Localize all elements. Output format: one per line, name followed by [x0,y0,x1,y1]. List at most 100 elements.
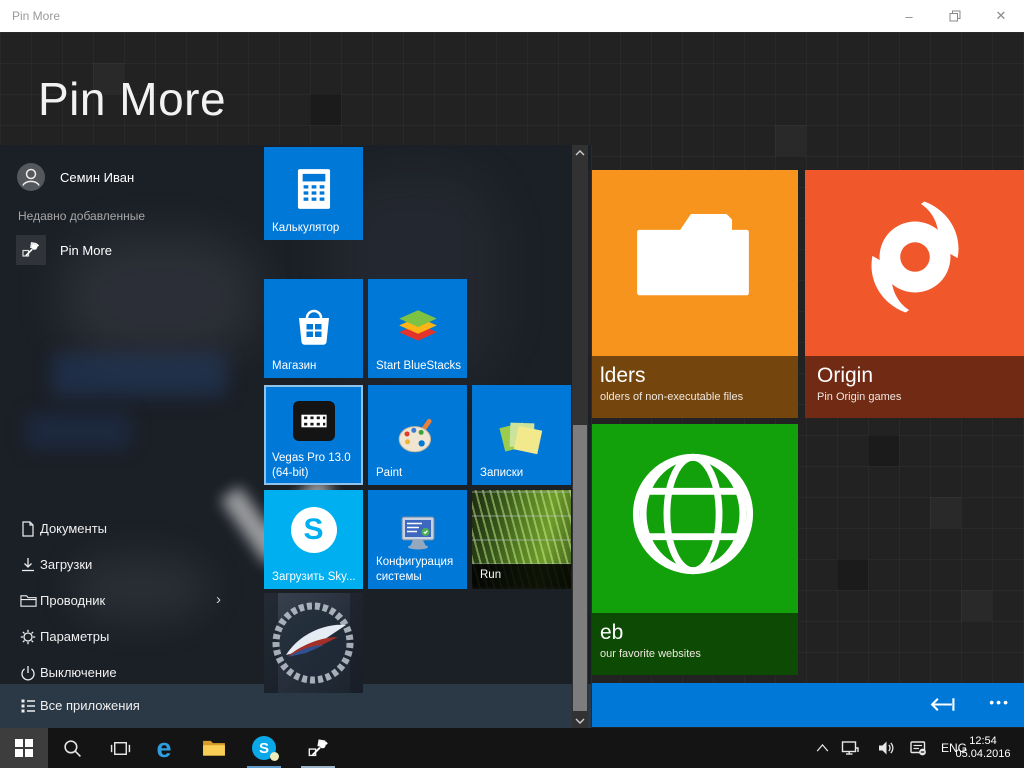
close-button[interactable]: ✕ [978,0,1024,32]
scrollbar[interactable] [572,145,588,728]
globe-icon [625,446,761,582]
window-title: Pin More [12,9,886,23]
bg-square [775,125,806,156]
tile-label: Магазин [272,359,359,373]
tile-label: Run [480,569,501,581]
more-button[interactable]: ••• [989,694,1010,710]
tile-skype[interactable]: S Загрузить Sky... [264,490,363,589]
app-tile-origin[interactable]: Origin Pin Origin games [805,170,1024,418]
sidebar-item-downloads[interactable]: Загрузки [0,547,250,583]
tile-label: Конфигурация системы [376,555,463,584]
app-tile-web[interactable]: eb our favorite websites [588,424,798,675]
sidebar-item-documents[interactable]: Документы [0,511,250,547]
bluestacks-icon [395,307,441,347]
document-icon [20,521,36,537]
skype-status-dot [270,752,279,761]
tile-label-band: lders olders of non-executable files [588,356,798,418]
tile-vegas-pro[interactable]: Vegas Pro 13.0 (64-bit) [264,385,363,485]
tile-bluestacks[interactable]: Start BlueStacks [368,279,467,378]
titlebar: Pin More – ✕ [0,0,1024,32]
bg-square [868,435,899,466]
origin-logo-icon [850,192,980,322]
back-button[interactable] [929,696,956,718]
tile-label: Записки [480,466,567,480]
tile-label: Paint [376,466,463,480]
skype-icon: S [291,507,337,553]
tile-label: Start BlueStacks [376,359,463,373]
tile-label: Калькулятор [272,221,359,235]
pin-icon [307,737,330,760]
recent-header: Недавно добавленные [18,209,145,223]
restore-button[interactable] [932,0,978,32]
start-menu: Семин Иван Недавно добавленные Pin More [0,145,592,728]
blur-blob [52,353,227,397]
sidebar-item-label: Загрузки [40,557,92,572]
store-icon [292,306,336,348]
minimize-button[interactable]: – [886,0,932,32]
search-icon [63,739,82,758]
clock[interactable]: 12:54 05.04.2016 [944,728,1022,768]
volume-tray-icon[interactable] [874,728,898,768]
keyboard-tray-icon[interactable] [906,728,930,768]
taskbar-pinmore-button[interactable] [294,728,342,768]
tile-title: eb [600,620,786,645]
speaker-icon [878,740,895,756]
sticky-notes-icon [500,421,544,457]
bg-square [930,497,961,528]
taskbar-search-button[interactable] [48,728,96,768]
blur-blob [26,413,131,449]
page-title: Pin More [38,72,226,126]
user-avatar[interactable] [17,163,45,191]
sidebar-item-label: Проводник [40,593,105,608]
edge-icon: e [156,735,171,762]
tray-expand-button[interactable] [812,728,832,768]
scroll-up-button[interactable] [572,145,588,160]
tile-paint[interactable]: Paint [368,385,467,485]
pin-icon [21,240,41,260]
chevron-up-icon [575,150,585,156]
sidebar-item-settings[interactable]: Параметры [0,619,250,655]
start-button[interactable] [0,728,48,768]
taskbar-edge-button[interactable]: e [140,728,188,768]
paint-palette-icon [395,414,441,456]
taskbar-explorer-button[interactable] [190,728,238,768]
bg-square [837,559,868,590]
tile-label: Загрузить Sky... [272,570,359,584]
download-icon [20,557,36,573]
tile-museum-photo[interactable] [264,593,363,693]
gear-icon [20,629,36,645]
recent-item-label: Pin More [60,243,112,258]
task-view-button[interactable] [96,728,144,768]
bg-square [961,590,992,621]
chevron-right-icon[interactable]: › [216,591,221,608]
skype-s-glyph: S [259,740,269,757]
vegas-icon [293,401,335,441]
taskbar: e S [0,728,1024,768]
power-icon [20,665,36,681]
bg-square [310,94,341,125]
taskbar-skype-button[interactable]: S [240,728,288,768]
museum-emblem-image [264,593,363,693]
network-tray-icon[interactable] [838,728,862,768]
sidebar-item-label: Выключение [40,665,117,680]
chevron-up-icon [816,744,829,752]
task-view-icon [110,740,131,757]
tile-store[interactable]: Магазин [264,279,363,378]
tile-label: Vegas Pro 13.0 (64-bit) [272,451,359,480]
app-tile-folders[interactable]: lders olders of non-executable files [588,170,798,418]
recent-item-pinmore[interactable]: Pin More [0,231,260,271]
minimize-icon: – [905,9,912,24]
tile-run[interactable]: Run [472,490,571,589]
input-indicator-icon [910,740,927,756]
tile-system-config[interactable]: Конфигурация системы [368,490,467,589]
user-icon [17,163,45,191]
restore-icon [949,10,961,22]
sidebar-item-explorer[interactable]: Проводник › [0,583,250,619]
tile-calculator[interactable]: Калькулятор [264,147,363,240]
tile-sticky-notes[interactable]: Записки [472,385,571,485]
tile-label-band: Run [472,564,571,589]
scrollbar-thumb[interactable] [573,425,587,711]
pinmore-window: Pin More – ✕ Pin More [0,0,1024,768]
app-command-bar: ••• [592,683,1024,727]
scroll-down-button[interactable] [572,713,588,728]
